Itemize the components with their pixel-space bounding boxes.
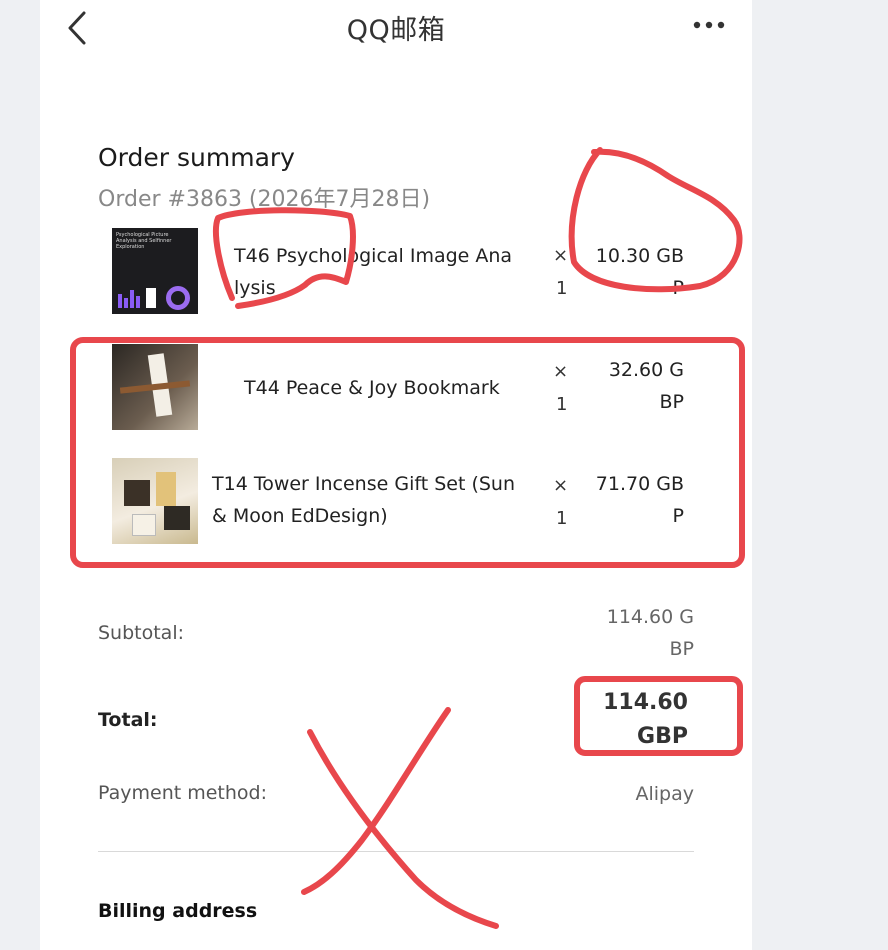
quantity-multiplier: ×: [553, 245, 569, 266]
total-label: Total:: [98, 709, 158, 731]
product-thumbnail: [112, 458, 198, 544]
top-navigation-bar: QQ邮箱: [40, 0, 752, 56]
order-summary-title: Order summary: [98, 143, 295, 172]
order-number-date: Order #3863 (2026年7月28日): [98, 187, 431, 212]
item-price: 32.60 G BP: [608, 359, 684, 413]
total-value: 114.60 GBP: [603, 690, 688, 749]
billing-address-title: Billing address: [98, 900, 258, 922]
subtotal-label: Subtotal:: [98, 622, 185, 644]
order-item[interactable]: T44 Peace & Joy Bookmark × 1 32.60 G BP: [112, 344, 692, 434]
section-divider: [98, 851, 694, 852]
item-price: 10.30 GB P: [595, 245, 684, 299]
quantity-value: 1: [556, 278, 568, 299]
order-item[interactable]: T14 Tower Incense Gift Set (Sun & Moon E…: [112, 458, 692, 548]
quantity-value: 1: [556, 508, 568, 529]
nav-title: QQ邮箱: [346, 15, 446, 46]
item-name: T14 Tower Incense Gift Set (Sun & Moon E…: [212, 473, 515, 527]
item-price: 71.70 GB P: [595, 473, 684, 527]
thumbnail-caption: Psychological Picture Analysis and Selfi…: [116, 232, 172, 250]
item-name: T44 Peace & Joy Bookmark: [244, 377, 500, 399]
quantity-multiplier: ×: [553, 361, 569, 382]
quantity-value: 1: [556, 394, 568, 415]
item-name: T46 Psychological Image Ana lysis: [234, 245, 513, 299]
product-thumbnail: Psychological Picture Analysis and Selfi…: [112, 228, 198, 314]
product-thumbnail: [112, 344, 198, 430]
payment-method-label: Payment method:: [98, 782, 267, 804]
order-item[interactable]: Psychological Picture Analysis and Selfi…: [112, 228, 692, 318]
phone-screen: QQ邮箱 Order summary Order #3863 (2026年7月2…: [40, 0, 752, 950]
payment-method-value: Alipay: [635, 783, 694, 805]
subtotal-value: 114.60 G BP: [606, 606, 694, 660]
more-dots-icon[interactable]: [692, 18, 726, 32]
quantity-multiplier: ×: [553, 475, 569, 496]
